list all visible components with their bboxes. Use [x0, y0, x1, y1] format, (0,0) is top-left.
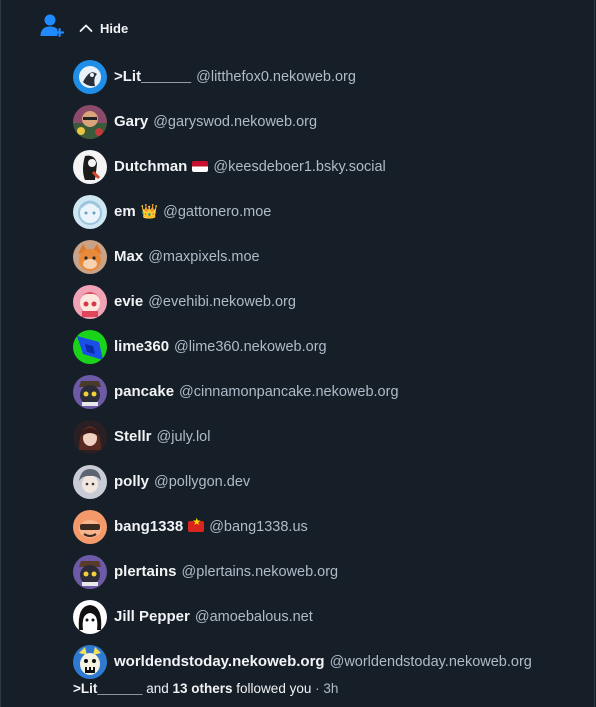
- avatar[interactable]: [73, 554, 107, 589]
- avatar[interactable]: [73, 59, 107, 94]
- summary-action: followed you: [236, 681, 312, 696]
- vietnam-flag-icon: [188, 517, 205, 532]
- chevron-up-icon: [79, 24, 93, 32]
- follower-row[interactable]: worldendstoday.nekoweb.org @worldendstod…: [73, 639, 593, 684]
- follower-name: Jill Pepper: [114, 608, 190, 625]
- avatar[interactable]: [73, 374, 107, 409]
- follower-name: em: [114, 203, 136, 220]
- follower-row[interactable]: Gary @garyswod.nekoweb.org: [73, 99, 593, 144]
- follower-name: worldendstoday.nekoweb.org: [114, 653, 325, 670]
- follower-name: plertains: [114, 563, 177, 580]
- follower-name: Gary: [114, 113, 149, 130]
- follower-handle: @plertains.nekoweb.org: [181, 563, 339, 580]
- crown-icon: 👑: [140, 203, 159, 220]
- follower-name: Stellr: [114, 428, 152, 445]
- notification-panel: Hide >Lit______ @litthefox0.nekoweb.org …: [0, 0, 595, 707]
- avatar[interactable]: [73, 509, 107, 544]
- follower-name: >Lit______: [114, 68, 192, 85]
- follower-handle: @worldendstoday.nekoweb.org: [329, 653, 532, 670]
- follower-row[interactable]: polly @pollygon.dev: [73, 459, 593, 504]
- follower-handle: @evehibi.nekoweb.org: [148, 293, 296, 310]
- hide-followers-toggle[interactable]: Hide: [78, 18, 128, 38]
- follower-name: polly: [114, 473, 150, 490]
- avatar[interactable]: [73, 104, 107, 139]
- follower-handle: @maxpixels.moe: [148, 248, 260, 265]
- avatar[interactable]: [73, 419, 107, 454]
- follower-row[interactable]: pancake @cinnamonpancake.nekoweb.org: [73, 369, 593, 414]
- follower-row[interactable]: Max @maxpixels.moe: [73, 234, 593, 279]
- summary-separator: ·: [315, 681, 320, 696]
- avatar[interactable]: [73, 599, 107, 634]
- avatar[interactable]: [73, 464, 107, 499]
- follower-handle: @garyswod.nekoweb.org: [153, 113, 318, 130]
- follower-row[interactable]: Jill Pepper @amoebalous.net: [73, 594, 593, 639]
- summary-time: 3h: [323, 681, 339, 696]
- follow-summary: >Lit______ and 13 others followed you · …: [73, 681, 338, 696]
- summary-and: and: [146, 681, 169, 696]
- follower-name: bang1338: [114, 518, 184, 535]
- follower-handle: @amoebalous.net: [194, 608, 313, 625]
- hide-label: Hide: [100, 20, 129, 36]
- avatar[interactable]: [73, 329, 107, 364]
- follower-handle: @july.lol: [156, 428, 211, 445]
- follower-handle: @gattonero.moe: [163, 203, 272, 220]
- follower-row[interactable]: Dutchman @keesdeboer1.bsky.social: [73, 144, 593, 189]
- summary-first-name[interactable]: >Lit______: [73, 681, 142, 696]
- netherlands-flag-icon: [192, 161, 209, 172]
- follower-row[interactable]: >Lit______ @litthefox0.nekoweb.org: [73, 54, 593, 99]
- follower-name: evie: [114, 293, 144, 310]
- avatar[interactable]: [73, 149, 107, 184]
- follower-handle: @cinnamonpancake.nekoweb.org: [179, 383, 399, 400]
- follower-handle: @pollygon.dev: [154, 473, 251, 490]
- follower-row[interactable]: plertains @plertains.nekoweb.org: [73, 549, 593, 594]
- summary-others[interactable]: 13 others: [173, 681, 233, 696]
- follower-name: Max: [114, 248, 144, 265]
- follower-row[interactable]: lime360 @lime360.nekoweb.org: [73, 324, 593, 369]
- follower-name: lime360: [114, 338, 170, 355]
- follower-handle: @litthefox0.nekoweb.org: [196, 68, 356, 85]
- avatar[interactable]: [73, 239, 107, 274]
- avatar[interactable]: [73, 194, 107, 229]
- avatar[interactable]: [73, 644, 107, 679]
- follower-row[interactable]: bang1338 @bang1338.us: [73, 504, 593, 549]
- follower-handle: @bang1338.us: [209, 518, 308, 535]
- followers-list: >Lit______ @litthefox0.nekoweb.org Gary …: [73, 54, 593, 684]
- follower-name: pancake: [114, 383, 175, 400]
- follower-row[interactable]: evie @evehibi.nekoweb.org: [73, 279, 593, 324]
- follower-name: Dutchman: [114, 158, 188, 175]
- person-plus-icon: [40, 14, 65, 37]
- follower-row[interactable]: em 👑 @gattonero.moe: [73, 189, 593, 234]
- follower-handle: @lime360.nekoweb.org: [174, 338, 327, 355]
- follower-row[interactable]: Stellr @july.lol: [73, 414, 593, 459]
- avatar[interactable]: [73, 284, 107, 319]
- follower-handle: @keesdeboer1.bsky.social: [213, 158, 386, 175]
